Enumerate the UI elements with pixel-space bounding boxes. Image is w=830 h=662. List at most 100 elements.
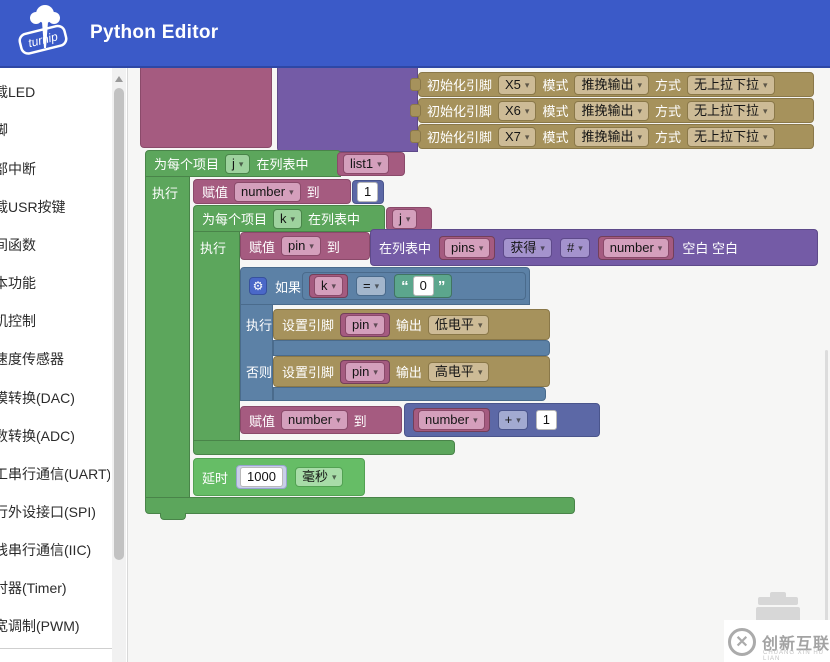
block-init-pin-x6[interactable]: 初始化引脚 X6 模式 推挽输出 方式 无上拉下拉 <box>418 98 814 123</box>
pin-dropdown[interactable]: X7 <box>498 127 536 147</box>
sidebar-item-adc[interactable]: 数转换(ADC) <box>0 426 110 446</box>
sidebar-item-uart[interactable]: 工串行通信(UART) <box>0 464 110 484</box>
block-delay[interactable]: 延时 1000 毫秒 <box>193 458 365 496</box>
mode-dropdown[interactable]: 推挽输出 <box>574 127 649 147</box>
sidebar-item-time-func[interactable]: 间函数 <box>0 235 110 255</box>
outer-loop-spine[interactable] <box>145 176 190 498</box>
sidebar-item-timer[interactable]: 时器(Timer) <box>0 578 110 598</box>
block-inner-foreach-header[interactable]: 为每个项目 k 在列表中 <box>193 205 385 232</box>
list-var-dropdown[interactable]: pins <box>444 238 490 258</box>
block-number-variable[interactable]: number <box>598 236 675 260</box>
pull-dropdown[interactable]: 无上拉下拉 <box>687 127 775 147</box>
block-pin-variable[interactable]: pin <box>340 313 390 337</box>
number-field[interactable]: 1000 <box>240 467 283 487</box>
var-dropdown[interactable]: number <box>603 238 670 258</box>
block-set-pin-low[interactable]: 设置引脚 pin 输出 低电平 <box>273 309 550 340</box>
mode-dropdown[interactable]: 推挽输出 <box>574 101 649 121</box>
block-delay-value[interactable]: 1000 <box>236 465 287 489</box>
block-list-get[interactable]: 在列表中 pins 获得 # number 空白 空白 <box>370 229 818 266</box>
sidebar-item-spi[interactable]: 行外设接口(SPI) <box>0 502 110 522</box>
block-init-pin-x5[interactable]: 初始化引脚 X5 模式 推挽输出 方式 无上拉下拉 <box>418 72 814 97</box>
var-dropdown[interactable]: pin <box>345 315 385 335</box>
block-init-pin-x7[interactable]: 初始化引脚 X7 模式 推挽输出 方式 无上拉下拉 <box>418 124 814 149</box>
block-k-variable[interactable]: k <box>309 274 348 298</box>
pin-dropdown[interactable]: X5 <box>498 75 536 95</box>
sidebar-scrollbar-thumb[interactable] <box>114 88 124 560</box>
block-equals-comparison[interactable]: k = 0 <box>302 272 526 300</box>
sidebar-item-dac[interactable]: 模转换(DAC) <box>0 388 110 408</box>
loop-var-dropdown[interactable]: k <box>273 209 302 229</box>
outer-loop-footer[interactable] <box>145 497 575 514</box>
block-assign-increment[interactable]: 赋值 number 到 <box>240 406 402 434</box>
pull-dropdown[interactable]: 无上拉下拉 <box>687 75 775 95</box>
inner-loop-spine[interactable] <box>193 231 240 441</box>
var-dropdown[interactable]: pin <box>345 362 385 382</box>
block-outer-foreach-header[interactable]: 为每个项目 j 在列表中 <box>145 150 341 177</box>
workspace-scrollbar[interactable] <box>825 350 828 622</box>
block-pins-variable[interactable]: pins <box>439 236 495 260</box>
else-label: 否则 <box>246 362 272 381</box>
block-text-quote[interactable]: 0 <box>394 274 452 298</box>
page-title: Python Editor <box>90 22 218 44</box>
index-type-dropdown[interactable]: # <box>560 238 590 258</box>
list-var-dropdown[interactable]: j <box>392 209 417 229</box>
number-field[interactable]: 1 <box>357 182 378 202</box>
text-field[interactable]: 0 <box>413 276 434 296</box>
sidebar-item-usr-button[interactable]: 载USR按键 <box>0 197 110 217</box>
var-dropdown[interactable]: pin <box>281 236 321 256</box>
var-dropdown[interactable]: k <box>314 276 343 296</box>
mode-dropdown[interactable]: 推挽输出 <box>574 75 649 95</box>
sidebar-item-motor[interactable]: 机控制 <box>0 311 110 331</box>
operator-dropdown[interactable]: + <box>498 410 528 430</box>
sidebar-item-basic[interactable]: 本功能 <box>0 273 110 293</box>
var-dropdown[interactable]: number <box>234 182 301 202</box>
left-connector-tab <box>410 104 421 117</box>
number-field[interactable]: 1 <box>536 410 557 430</box>
bottom-connector-tab <box>160 513 186 520</box>
close-quote-icon <box>438 278 446 295</box>
get-op-dropdown[interactable]: 获得 <box>503 238 552 258</box>
block-list-wrapper-partial[interactable] <box>277 68 418 152</box>
block-arithmetic-add[interactable]: number + 1 <box>404 403 600 437</box>
block-pin-variable[interactable]: pin <box>340 360 390 384</box>
block-variables-partial[interactable] <box>140 68 272 148</box>
sidebar-item-iic[interactable]: 线串行通信(IIC) <box>0 540 110 560</box>
sidebar-item-led[interactable]: 载LED <box>0 82 110 102</box>
scrollbar-up-arrow-icon[interactable] <box>115 76 123 82</box>
list-var-dropdown[interactable]: list1 <box>343 154 389 174</box>
gear-mutator-icon[interactable] <box>249 277 267 295</box>
level-dropdown[interactable]: 高电平 <box>428 362 490 382</box>
sidebar-item-interrupt[interactable]: 部中断 <box>0 159 110 179</box>
block-j-variable[interactable]: j <box>386 207 432 231</box>
block-list1-variable[interactable]: list1 <box>337 152 405 176</box>
var-dropdown[interactable]: number <box>418 410 485 430</box>
watermark-subtext: CHUANG XIN HU LIAN <box>763 650 830 662</box>
var-dropdown[interactable]: number <box>281 410 348 430</box>
sidebar-item-label: 速度传感器 <box>0 349 64 369</box>
if-block-footer[interactable] <box>273 387 546 401</box>
block-label: 初始化引脚 <box>427 127 492 146</box>
if-else-separator[interactable] <box>273 340 550 356</box>
watermark-logo-icon: ✕ <box>728 628 756 656</box>
unit-dropdown[interactable]: 毫秒 <box>295 467 344 487</box>
open-quote-icon <box>401 278 409 295</box>
block-assign-number[interactable]: 赋值 number 到 <box>193 179 351 204</box>
trash-icon[interactable] <box>758 597 798 605</box>
block-number-value[interactable]: 1 <box>352 180 384 204</box>
inner-loop-footer[interactable] <box>193 440 455 455</box>
block-set-pin-high[interactable]: 设置引脚 pin 输出 高电平 <box>273 356 550 387</box>
sidebar-item-pin[interactable]: 脚 <box>0 120 110 140</box>
sidebar-item-pwm[interactable]: 宽调制(PWM) <box>0 616 110 636</box>
level-dropdown[interactable]: 低电平 <box>428 315 490 335</box>
sidebar-item-label: 模转换(DAC) <box>0 388 75 408</box>
pull-dropdown[interactable]: 无上拉下拉 <box>687 101 775 121</box>
block-assign-pin[interactable]: 赋值 pin 到 <box>240 232 370 260</box>
block-label: 方式 <box>655 101 681 120</box>
block-label: 为每个项目 <box>202 209 267 228</box>
block-number-variable[interactable]: number <box>413 408 490 432</box>
compare-op-dropdown[interactable]: = <box>356 276 386 296</box>
pin-dropdown[interactable]: X6 <box>498 101 536 121</box>
loop-var-dropdown[interactable]: j <box>225 154 250 174</box>
sidebar-item-label: 行外设接口(SPI) <box>0 502 96 522</box>
sidebar-item-accel-sensor[interactable]: 速度传感器 <box>0 349 110 369</box>
